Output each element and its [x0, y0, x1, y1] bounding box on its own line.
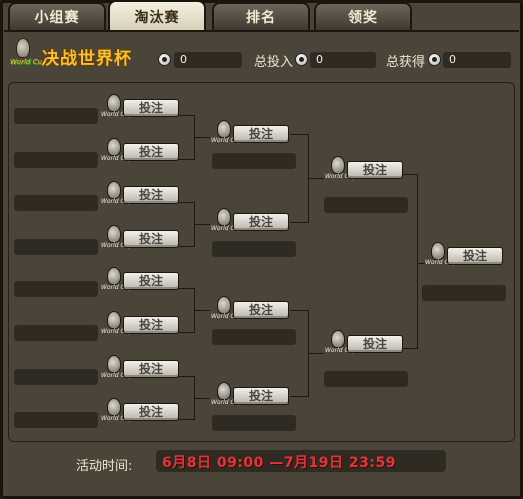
bet-button[interactable]: 投注: [347, 335, 403, 353]
bracket-line: [290, 222, 308, 223]
team-slot: [14, 108, 98, 124]
bet-button[interactable]: 投注: [123, 143, 179, 161]
bracket-line: [417, 174, 418, 349]
total-invest-value: 0: [310, 52, 376, 68]
bet-group-qf-3: World Cup 投注: [211, 382, 289, 416]
bet-group-r16-2: World Cup 投注: [101, 181, 179, 215]
total-gain-value: 0: [443, 52, 511, 68]
bracket-line: [178, 202, 194, 203]
bracket-line: [178, 159, 194, 160]
bet-button[interactable]: 投注: [233, 213, 289, 231]
bracket-line: [403, 174, 417, 175]
team-slot: [212, 153, 296, 169]
team-slot: [422, 285, 506, 301]
bet-group-r16-1: World Cup 投注: [101, 138, 179, 172]
balance-value: 0: [174, 52, 242, 68]
bracket-line: [290, 310, 308, 311]
event-time-range: 6月8日 09:00 —7月19日 23:59: [162, 455, 396, 471]
bracket-line: [194, 137, 210, 138]
event-time-label: 活动时间:: [76, 459, 133, 474]
bet-button[interactable]: 投注: [233, 387, 289, 405]
team-slot: [14, 412, 98, 428]
world-cup-trophy-icon: World Cup: [10, 38, 46, 72]
bet-button[interactable]: 投注: [447, 247, 503, 265]
team-slot: [14, 239, 98, 255]
team-slot: [212, 415, 296, 431]
football-coin-icon: [295, 53, 308, 66]
team-slot: [14, 195, 98, 211]
bracket-line: [178, 376, 194, 377]
bet-button[interactable]: 投注: [123, 403, 179, 421]
bet-button[interactable]: 投注: [233, 125, 289, 143]
tab-rewards[interactable]: 领奖: [314, 2, 412, 30]
bet-group-r16-0: World Cup 投注: [101, 94, 179, 128]
bracket-line: [290, 134, 308, 135]
bet-group-qf-1: World Cup 投注: [211, 208, 289, 242]
bet-button[interactable]: 投注: [123, 272, 179, 290]
bet-button[interactable]: 投注: [347, 161, 403, 179]
bet-button[interactable]: 投注: [123, 230, 179, 248]
team-slot: [14, 369, 98, 385]
bet-group-qf-0: World Cup 投注: [211, 120, 289, 154]
bracket-line: [417, 263, 425, 264]
bet-button[interactable]: 投注: [233, 301, 289, 319]
page-title: 决战世界杯: [42, 49, 132, 69]
tab-group-stage[interactable]: 小组赛: [8, 2, 106, 30]
bet-group-final: World Cup 投注: [425, 242, 503, 276]
team-slot: [14, 281, 98, 297]
football-coin-icon: [428, 53, 441, 66]
bracket-line: [194, 224, 210, 225]
team-slot: [324, 371, 408, 387]
total-invest-label: 总投入: [254, 55, 294, 70]
bet-button[interactable]: 投注: [123, 316, 179, 334]
bet-group-sf-0: World Cup 投注: [325, 156, 403, 190]
bet-group-qf-2: World Cup 投注: [211, 296, 289, 330]
bracket-line: [308, 353, 324, 354]
bet-button[interactable]: 投注: [123, 186, 179, 204]
tab-knockout[interactable]: 淘汰赛: [108, 0, 206, 31]
team-slot: [14, 325, 98, 341]
bet-button[interactable]: 投注: [123, 99, 179, 117]
team-slot: [212, 329, 296, 345]
bracket-line: [178, 115, 194, 116]
bracket-line: [194, 310, 210, 311]
bet-group-r16-4: World Cup 投注: [101, 267, 179, 301]
bracket-line: [194, 398, 210, 399]
team-slot: [212, 241, 296, 257]
bracket-line: [290, 396, 308, 397]
team-slot: [324, 197, 408, 213]
logo-text: World Cup: [10, 58, 47, 66]
tab-ranking[interactable]: 排名: [212, 2, 310, 30]
bet-group-r16-3: World Cup 投注: [101, 225, 179, 259]
bracket-line: [308, 178, 324, 179]
bracket-line: [403, 348, 417, 349]
bet-button[interactable]: 投注: [123, 360, 179, 378]
bracket-line: [178, 288, 194, 289]
bet-group-r16-7: World Cup 投注: [101, 398, 179, 432]
bracket-line: [178, 246, 194, 247]
team-slot: [14, 152, 98, 168]
football-coin-icon: [158, 53, 171, 66]
bet-group-r16-5: World Cup 投注: [101, 311, 179, 345]
bracket-line: [178, 332, 194, 333]
bracket-line: [178, 419, 194, 420]
total-gain-label: 总获得: [386, 55, 426, 70]
bet-group-sf-1: World Cup 投注: [325, 330, 403, 364]
bet-group-r16-6: World Cup 投注: [101, 355, 179, 389]
